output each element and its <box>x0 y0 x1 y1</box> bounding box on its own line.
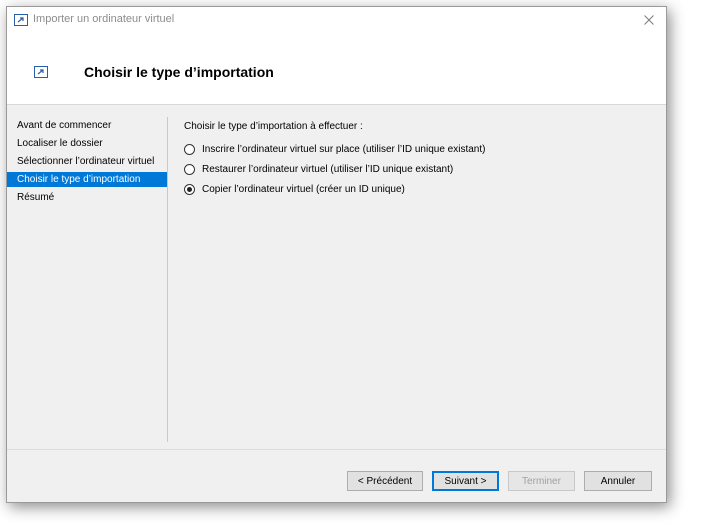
wizard-body: Avant de commencer Localiser le dossier … <box>7 105 666 449</box>
sidebar-item-avant-de-commencer[interactable]: Avant de commencer <box>7 118 167 133</box>
option-register-in-place[interactable]: Inscrire l’ordinateur virtuel sur place … <box>184 141 644 157</box>
main-content: Choisir le type d’importation à effectue… <box>184 118 644 201</box>
radio-button[interactable] <box>184 143 195 155</box>
page-title: Choisir le type d’importation <box>84 64 274 80</box>
option-label: Inscrire l’ordinateur virtuel sur place … <box>202 143 486 155</box>
import-type-prompt: Choisir le type d’importation à effectue… <box>184 121 363 132</box>
option-copy[interactable]: Copier l’ordinateur virtuel (créer un ID… <box>184 181 644 197</box>
sidebar-item-resume[interactable]: Résumé <box>7 190 167 205</box>
sidebar-item-label: Localiser le dossier <box>17 138 103 149</box>
next-button[interactable]: Suivant > <box>432 471 499 491</box>
window-title: Importer un ordinateur virtuel <box>33 13 175 25</box>
sidebar-item-selectionner-ordinateur[interactable]: Sélectionner l’ordinateur virtuel <box>7 154 167 169</box>
import-wizard-window: Importer un ordinateur virtuel Choisir l… <box>6 6 667 503</box>
wizard-arrow-icon <box>34 66 48 78</box>
cancel-button[interactable]: Annuler <box>584 471 652 491</box>
option-label: Copier l’ordinateur virtuel (créer un ID… <box>202 183 405 195</box>
wizard-steps-sidebar: Avant de commencer Localiser le dossier … <box>7 118 167 208</box>
previous-button[interactable]: < Précédent <box>347 471 423 491</box>
option-label: Restaurer l’ordinateur virtuel (utiliser… <box>202 163 454 175</box>
sidebar-item-label: Sélectionner l’ordinateur virtuel <box>17 156 155 167</box>
sidebar-item-choisir-type-importation[interactable]: Choisir le type d’importation <box>7 172 167 187</box>
wizard-footer: < Précédent Suivant > Terminer Annuler <box>7 449 666 502</box>
wizard-header: Choisir le type d’importation <box>7 33 666 105</box>
sidebar-item-label: Choisir le type d’importation <box>17 174 141 185</box>
close-icon <box>644 15 654 25</box>
option-restore[interactable]: Restaurer l’ordinateur virtuel (utiliser… <box>184 161 644 177</box>
sidebar-divider <box>167 117 168 442</box>
radio-button[interactable] <box>184 163 195 175</box>
finish-button: Terminer <box>508 471 575 491</box>
sidebar-item-label: Avant de commencer <box>17 120 112 131</box>
sidebar-item-label: Résumé <box>17 192 55 203</box>
close-button[interactable] <box>632 7 666 33</box>
sidebar-item-localiser-le-dossier[interactable]: Localiser le dossier <box>7 136 167 151</box>
app-icon <box>14 14 28 26</box>
radio-button-selected[interactable] <box>184 183 195 195</box>
screenshot-background: Importer un ordinateur virtuel Choisir l… <box>0 0 702 526</box>
title-bar[interactable]: Importer un ordinateur virtuel <box>7 7 666 33</box>
